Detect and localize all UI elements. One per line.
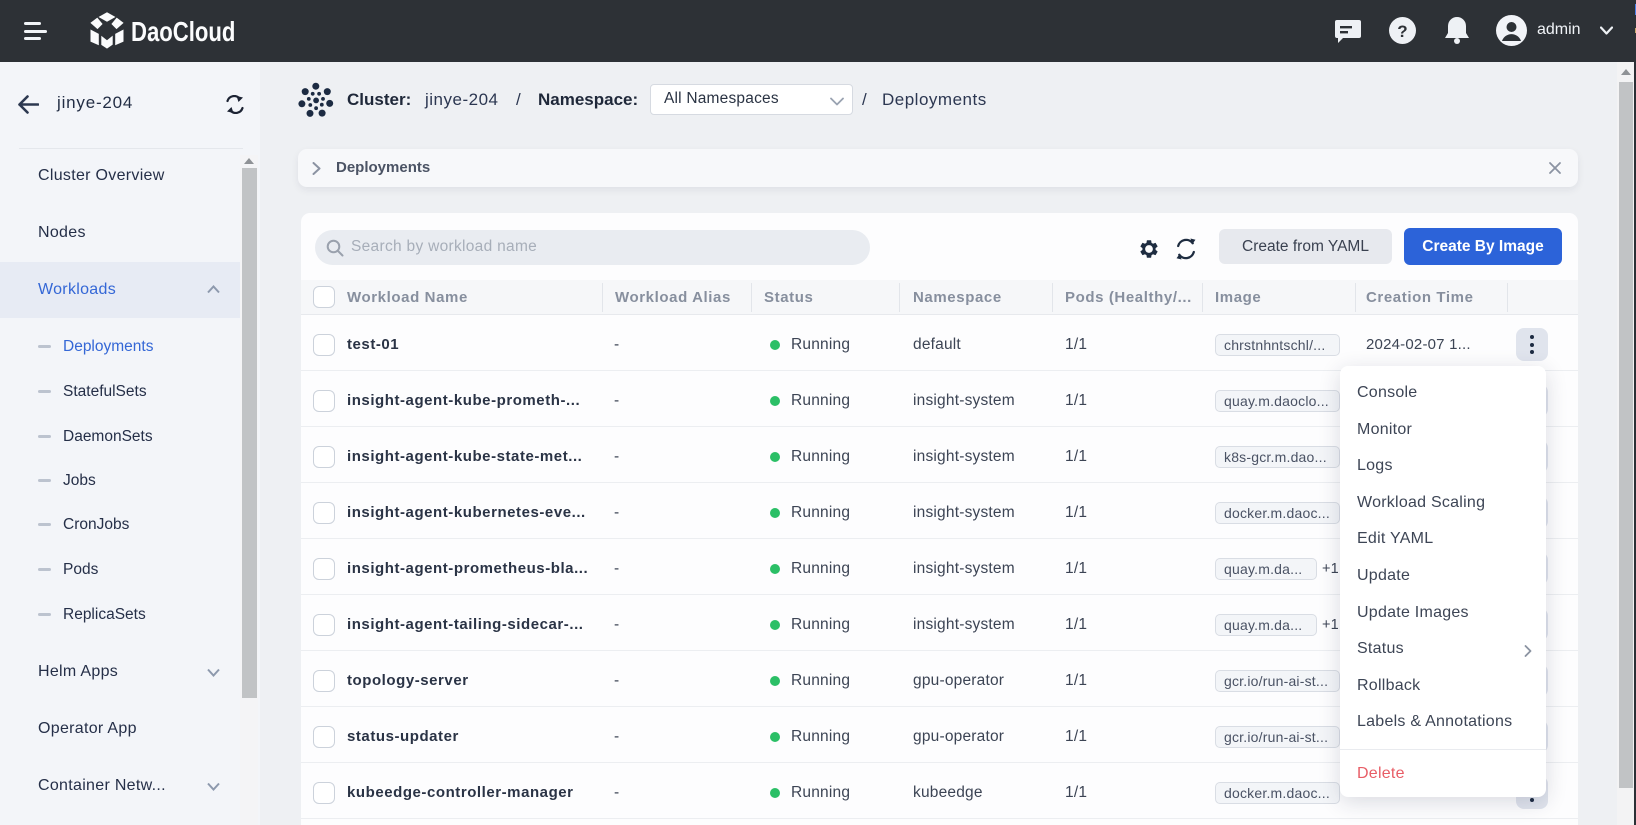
svg-text:?: ? bbox=[1397, 22, 1407, 41]
